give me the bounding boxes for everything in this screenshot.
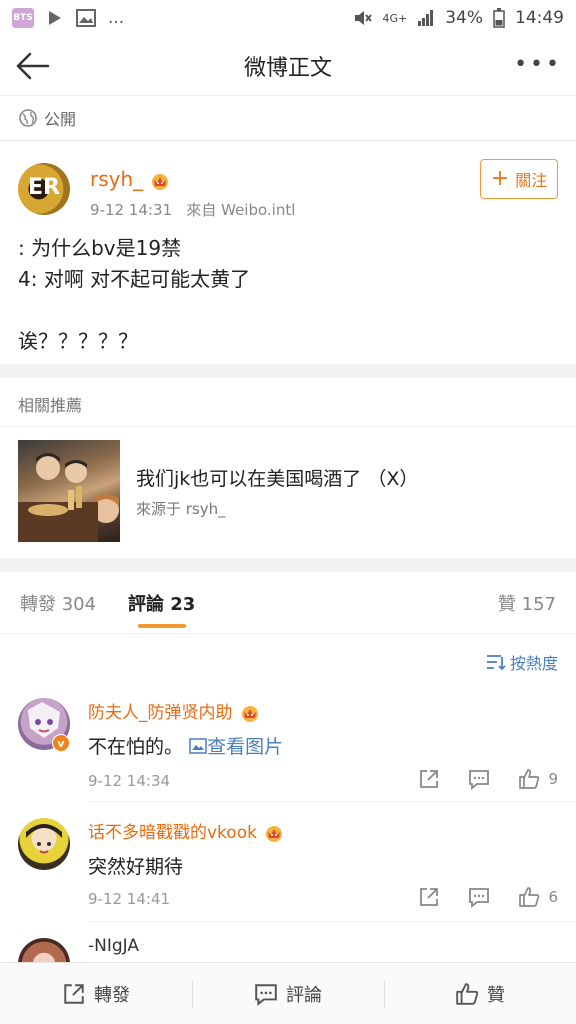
globe-icon: [19, 109, 37, 127]
sort-by-hotness-button[interactable]: 按熱度: [486, 650, 558, 674]
like-count: 6: [548, 888, 558, 906]
crown-badge-icon: [241, 706, 258, 722]
commenter-avatar[interactable]: [18, 818, 70, 870]
divider: [0, 426, 576, 427]
nav-bar: 微博正文 •••: [0, 36, 576, 96]
gallery-icon: [76, 9, 96, 27]
avatar[interactable]: ER: [18, 163, 70, 215]
username-text: rsyh_: [90, 167, 144, 191]
network-type: 4G+: [382, 11, 408, 25]
like-button[interactable]: 6: [518, 886, 558, 908]
section-divider: [0, 364, 576, 378]
photo-image: [18, 453, 119, 542]
thumbs-up-icon: [519, 887, 540, 907]
play-store-icon: [49, 11, 61, 25]
comment-icon: [255, 983, 277, 1006]
status-bar: BTS ... 4G+ 34% 14:49: [0, 0, 576, 36]
crown-badge-icon: [152, 173, 169, 190]
related-title[interactable]: 我们jk也可以在美国喝酒了 （X）: [136, 464, 418, 491]
commenter-name[interactable]: -NIgJA: [88, 936, 139, 956]
related-source: 來源于 rsyh_: [136, 500, 226, 518]
comment-actions: 6: [418, 886, 558, 908]
verified-badge-icon: v: [52, 734, 70, 752]
divider: [88, 921, 576, 922]
plus-icon: +: [490, 166, 510, 191]
related-heading: 相關推薦: [18, 396, 83, 415]
like-count: 9: [548, 770, 558, 788]
follow-button[interactable]: + 關注: [480, 159, 558, 199]
related-section: 相關推薦 我们jk也可以在美国喝酒了 （X） 來源于 rsyh_: [0, 378, 576, 558]
mute-icon: [355, 11, 373, 25]
commenter-name-text: 话不多暗戳戳的vkook: [88, 823, 257, 843]
comment-label: 評論: [286, 984, 322, 1006]
sort-icon: [486, 655, 506, 671]
share-icon[interactable]: [418, 886, 440, 908]
comment-button[interactable]: 評論: [192, 963, 384, 1024]
avatar-image: [26, 824, 62, 854]
visibility-label: 公開: [44, 110, 77, 129]
post-time: 9-12 14:31: [90, 201, 173, 219]
repost-button[interactable]: 轉發: [0, 963, 192, 1024]
tab-reposts[interactable]: 轉發 304: [20, 590, 96, 616]
tab-likes[interactable]: 贊 157: [498, 590, 556, 616]
commenter-avatar[interactable]: [18, 938, 70, 962]
commenter-name[interactable]: 防夫人_防弹贤内助: [88, 698, 261, 723]
comment-text: 不在怕的。 查看图片: [88, 732, 283, 759]
battery-percent: 34%: [445, 8, 483, 28]
view-image-label: 查看图片: [207, 736, 284, 758]
comment-text: 突然好期待: [88, 856, 184, 878]
like-button[interactable]: 9: [518, 768, 558, 790]
active-tab-indicator: [138, 624, 186, 628]
commenter-name-text: 防夫人_防弹贤内助: [88, 703, 233, 723]
image-icon: [189, 738, 207, 754]
comment-item: v 防夫人_防弹贤内助 不在怕的。 查看图片 9-12 14:34 9: [0, 690, 576, 802]
comment-actions: 9: [418, 768, 558, 790]
crown-badge-icon: [265, 826, 282, 842]
commenter-name[interactable]: 话不多暗戳戳的vkook: [88, 818, 285, 843]
comment-item: 话不多暗戳戳的vkook 突然好期待 9-12 14:41 6: [0, 810, 576, 922]
share-icon: [64, 983, 84, 1004]
thumbs-up-icon: [519, 769, 540, 789]
comment-time: 9-12 14:41: [88, 890, 171, 908]
post-source: 來自 Weibo.intl: [186, 201, 296, 219]
comment-item: -NIgJA: [0, 930, 576, 962]
app-notification-icon: BTS: [12, 8, 34, 28]
more-notifications-indicator: ...: [108, 8, 125, 28]
signal-icon: [418, 10, 434, 26]
repost-label: 轉發: [94, 984, 130, 1006]
like-post-button[interactable]: 贊: [384, 963, 576, 1024]
comment-body: 不在怕的。: [88, 736, 184, 758]
sort-label: 按熱度: [509, 654, 558, 673]
related-thumbnail[interactable]: [18, 440, 120, 542]
interaction-tabs: 轉發 304 評論 23 贊 157: [0, 572, 576, 634]
weibo-post: ER rsyh_ 9-12 14:31 來自 Weibo.intl + 關注 :…: [0, 140, 576, 364]
reply-icon[interactable]: [468, 768, 490, 790]
bottom-action-bar: 轉發 評論 贊: [0, 962, 576, 1024]
share-icon[interactable]: [418, 768, 440, 790]
post-username[interactable]: rsyh_: [90, 167, 171, 191]
tab-comments[interactable]: 評論 23: [128, 590, 195, 616]
clock: 14:49: [515, 8, 564, 28]
page-title: 微博正文: [243, 55, 332, 81]
view-image-link[interactable]: 查看图片: [189, 736, 283, 758]
comment-time: 9-12 14:34: [88, 772, 171, 790]
battery-icon: [493, 8, 505, 28]
more-options-icon[interactable]: •••: [514, 52, 562, 77]
back-arrow-icon[interactable]: [12, 48, 52, 84]
post-body: : 为什么bv是19禁 4: 对啊 对不起可能太黄了 诶？？？？？: [18, 236, 251, 353]
thumbs-up-icon: [456, 982, 479, 1005]
follow-label: 關注: [515, 171, 548, 190]
like-label: 贊: [487, 984, 505, 1006]
reply-icon[interactable]: [468, 886, 490, 908]
visibility-row: 公開: [0, 96, 576, 140]
divider: [88, 801, 576, 802]
post-meta: 9-12 14:31 來自 Weibo.intl: [90, 199, 295, 220]
section-divider: [0, 558, 576, 572]
